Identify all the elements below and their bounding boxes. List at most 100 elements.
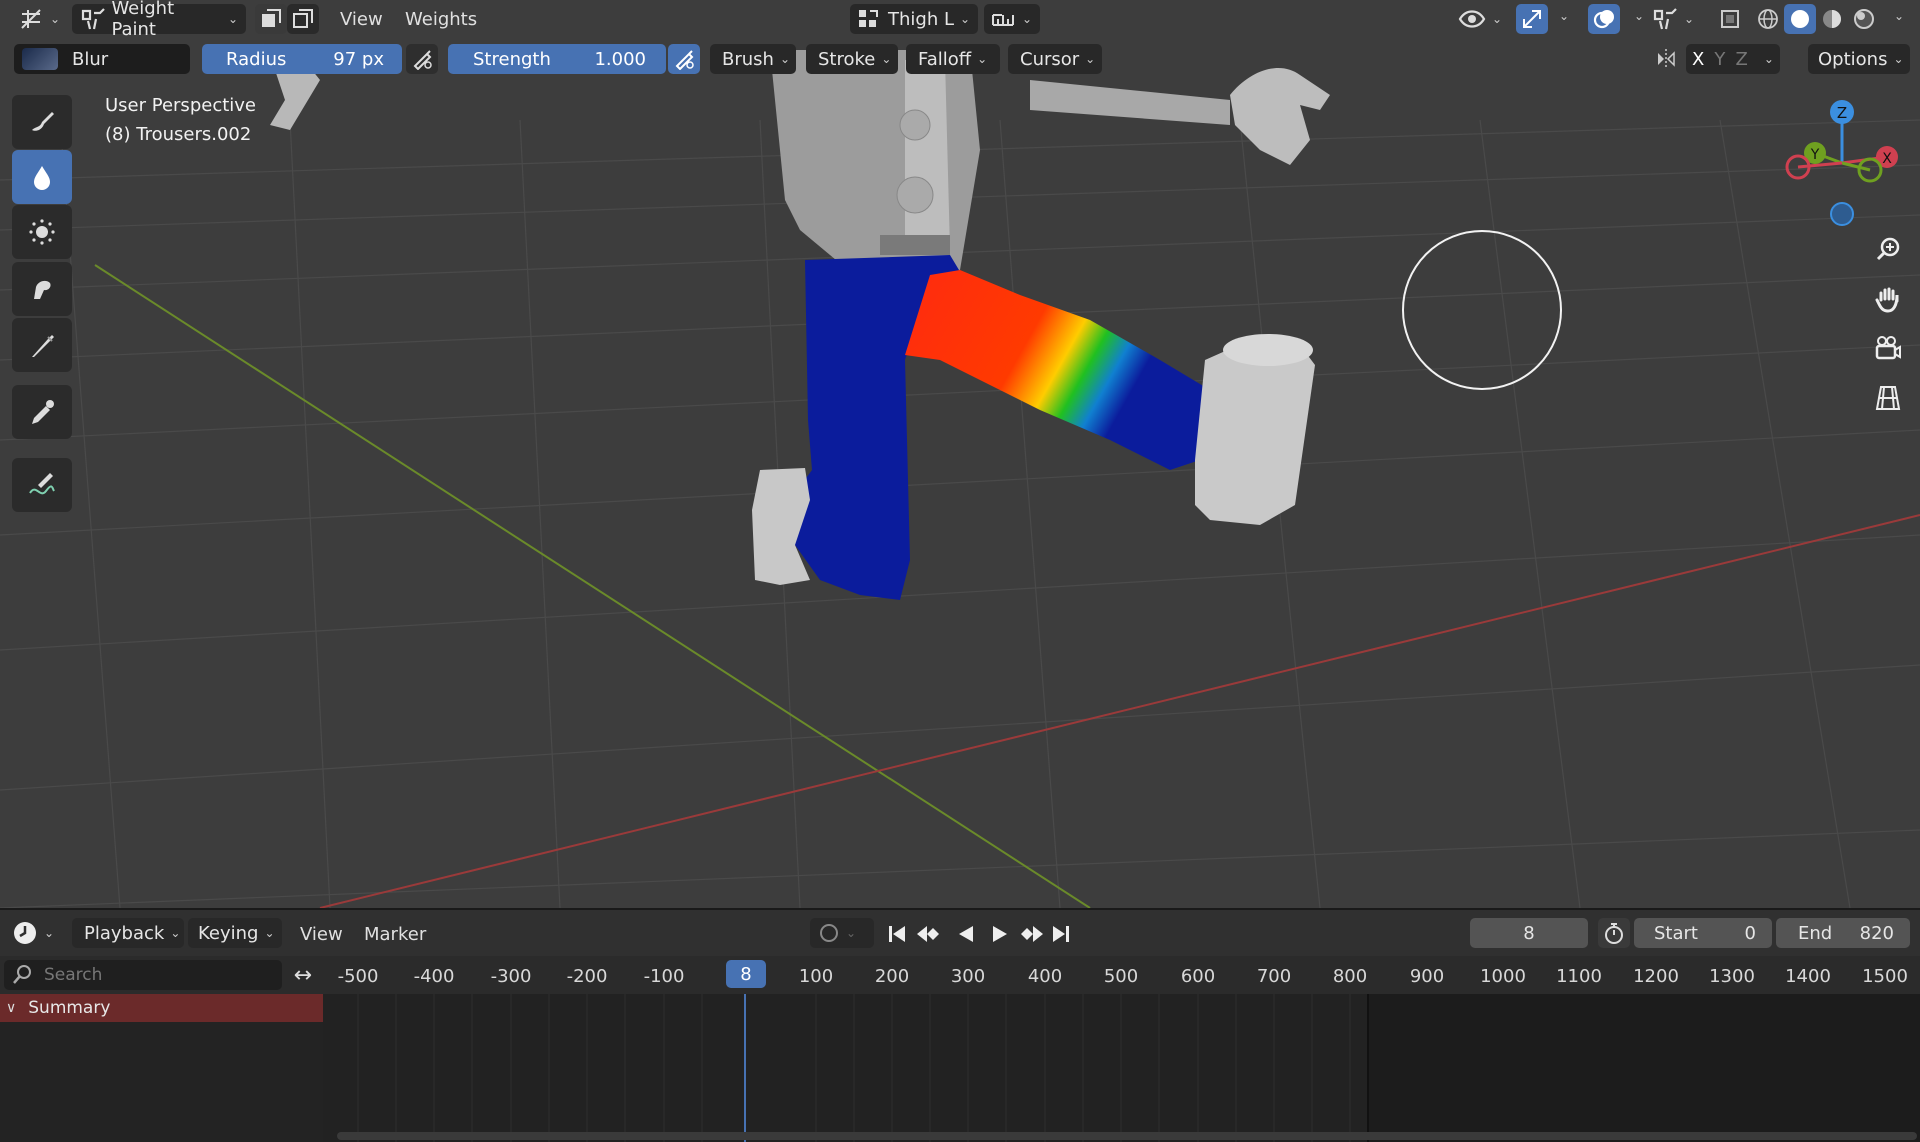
- perspective-toggle-button[interactable]: [1868, 378, 1908, 418]
- tool-smear-brush[interactable]: [12, 262, 72, 316]
- pan-button[interactable]: [1868, 279, 1908, 319]
- ruler-tick-label: -100: [643, 966, 685, 987]
- strength-label: Strength: [473, 48, 551, 70]
- playback-controls: [889, 926, 1069, 942]
- 3d-viewport[interactable]: User Perspective (8) Trousers.002 Z Y X: [0, 0, 1920, 908]
- ruler-tick-label: 100: [798, 966, 834, 987]
- editor-type-button[interactable]: ⌄: [18, 4, 60, 34]
- mask-face-button[interactable]: [255, 4, 287, 34]
- chevron-down-icon[interactable]: ⌄: [1764, 52, 1774, 66]
- mode-dropdown[interactable]: Weight Paint ⌄: [72, 0, 246, 40]
- overlays-toggle-button[interactable]: [1588, 4, 1620, 34]
- options-dropdown[interactable]: Options ⌄: [1808, 44, 1910, 74]
- strength-field[interactable]: Strength 1.000: [448, 44, 666, 74]
- xray-toggle-button[interactable]: [1714, 4, 1746, 34]
- preview-range-toggle[interactable]: [1598, 918, 1630, 948]
- chevron-down-icon: ⌄: [977, 52, 988, 66]
- record-icon: [820, 924, 838, 942]
- next-keyframe-icon[interactable]: [1021, 926, 1043, 942]
- shading-rendered-button[interactable]: [1848, 4, 1880, 34]
- tool-average-brush[interactable]: [12, 205, 72, 259]
- left-right-arrow-icon: ↔: [293, 962, 313, 988]
- jump-start-icon[interactable]: [889, 926, 905, 942]
- falloff-dropdown[interactable]: Falloff ⌄: [906, 44, 1000, 74]
- radius-field[interactable]: Radius 97 px: [202, 44, 402, 74]
- brush-dropdown[interactable]: Brush ⌄: [710, 44, 796, 74]
- current-frame-indicator[interactable]: 8: [726, 960, 766, 988]
- symmetry-dropdown[interactable]: ⌄: [984, 4, 1040, 34]
- cursor-dropdown[interactable]: Cursor ⌄: [1008, 44, 1102, 74]
- mask-vertex-button[interactable]: [287, 4, 319, 34]
- tool-annotate[interactable]: [12, 458, 72, 512]
- auto-keying-toggle[interactable]: ⌄: [810, 918, 874, 948]
- timeline-menu-view[interactable]: View: [300, 921, 343, 947]
- channel-search-field[interactable]: Search: [4, 960, 282, 990]
- camera-view-button[interactable]: [1868, 328, 1908, 368]
- chevron-down-icon[interactable]: ⌄: [1634, 9, 1644, 23]
- weight-paint-icon: [1653, 8, 1677, 30]
- timeline-menu-marker[interactable]: Marker: [364, 921, 426, 947]
- shading-material-button[interactable]: [1816, 4, 1848, 34]
- ruler-tick-label: -500: [337, 966, 379, 987]
- menu-weights[interactable]: Weights: [405, 6, 477, 32]
- chevron-down-icon: ⌄: [50, 12, 61, 26]
- sync-toggle[interactable]: ↔: [286, 960, 320, 990]
- end-frame-field[interactable]: End 820: [1776, 918, 1910, 948]
- brush-selector[interactable]: Blur: [14, 44, 190, 74]
- tool-sample-weight[interactable]: [12, 385, 72, 439]
- stroke-dropdown-label: Stroke: [818, 48, 876, 70]
- current-frame-field[interactable]: 8: [1470, 918, 1588, 948]
- ruler-tick-label: 700: [1256, 966, 1292, 987]
- ruler-tick-label: 1100: [1556, 966, 1602, 987]
- chevron-down-icon[interactable]: ∨: [6, 1000, 16, 1016]
- play-icon[interactable]: [993, 926, 1007, 942]
- playback-menu[interactable]: Playback ⌄: [72, 918, 184, 948]
- tool-blur-brush[interactable]: [12, 150, 72, 204]
- start-frame-field[interactable]: Start 0: [1634, 918, 1772, 948]
- summary-label: Summary: [28, 998, 111, 1018]
- radius-label: Radius: [226, 48, 287, 70]
- radius-pressure-toggle[interactable]: [406, 44, 438, 74]
- playback-label: Playback: [84, 922, 165, 944]
- radius-value: 97 px: [333, 48, 384, 70]
- axis-x-toggle[interactable]: X: [1692, 49, 1704, 70]
- chevron-down-icon[interactable]: ⌄: [1894, 9, 1904, 23]
- gizmo-toggle-button[interactable]: [1516, 4, 1548, 34]
- axis-y-toggle[interactable]: Y: [1714, 49, 1725, 70]
- chevron-down-icon: ⌄: [846, 926, 857, 940]
- chevron-down-icon: ⌄: [1684, 12, 1695, 26]
- jump-end-icon[interactable]: [1053, 926, 1069, 942]
- axis-lock-group: X Y Z ⌄: [1686, 44, 1780, 74]
- tool-draw-brush[interactable]: [12, 95, 72, 149]
- end-label: End: [1798, 922, 1833, 944]
- zoom-button[interactable]: [1868, 229, 1908, 269]
- menu-view[interactable]: View: [340, 6, 383, 32]
- vertex-select-icon: [293, 9, 313, 28]
- keying-menu[interactable]: Keying ⌄: [188, 918, 282, 948]
- vertex-group-dropdown[interactable]: Thigh L ⌄: [850, 4, 978, 34]
- mirror-toggle[interactable]: [1650, 44, 1682, 74]
- shading-solid-button[interactable]: [1784, 4, 1816, 34]
- chevron-down-icon: ⌄: [170, 926, 181, 940]
- dopesheet-tracks[interactable]: [323, 994, 1920, 1142]
- summary-channel[interactable]: ∨ Summary: [0, 994, 323, 1022]
- vertex-group-label: Thigh L: [888, 8, 954, 30]
- symmetry-icon: [992, 14, 1014, 26]
- mirror-icon: [1658, 49, 1675, 69]
- axis-z-toggle[interactable]: Z: [1736, 49, 1748, 70]
- strength-pressure-toggle[interactable]: [668, 44, 700, 74]
- chevron-down-icon[interactable]: ⌄: [1559, 9, 1569, 23]
- tool-gradient[interactable]: [12, 318, 72, 372]
- visibility-dropdown[interactable]: ⌄: [1458, 4, 1502, 34]
- prev-keyframe-icon[interactable]: [917, 926, 949, 942]
- weight-display-dropdown[interactable]: ⌄: [1652, 4, 1694, 34]
- timeline-editor-type-button[interactable]: ⌄: [12, 918, 54, 948]
- shading-wireframe-button[interactable]: [1752, 4, 1784, 34]
- keying-label: Keying: [198, 922, 259, 944]
- material-sphere-icon: [1823, 10, 1841, 28]
- navigation-gizmo[interactable]: Z Y X: [1775, 95, 1905, 230]
- ruler-tick-label: 1300: [1709, 966, 1755, 987]
- stroke-dropdown[interactable]: Stroke ⌄: [806, 44, 898, 74]
- play-reverse-icon[interactable]: [959, 926, 973, 942]
- frame-ruler[interactable]: Search ↔ -500 -400 -300 -200 -100 100 200 300 40…: [0, 956, 1920, 994]
